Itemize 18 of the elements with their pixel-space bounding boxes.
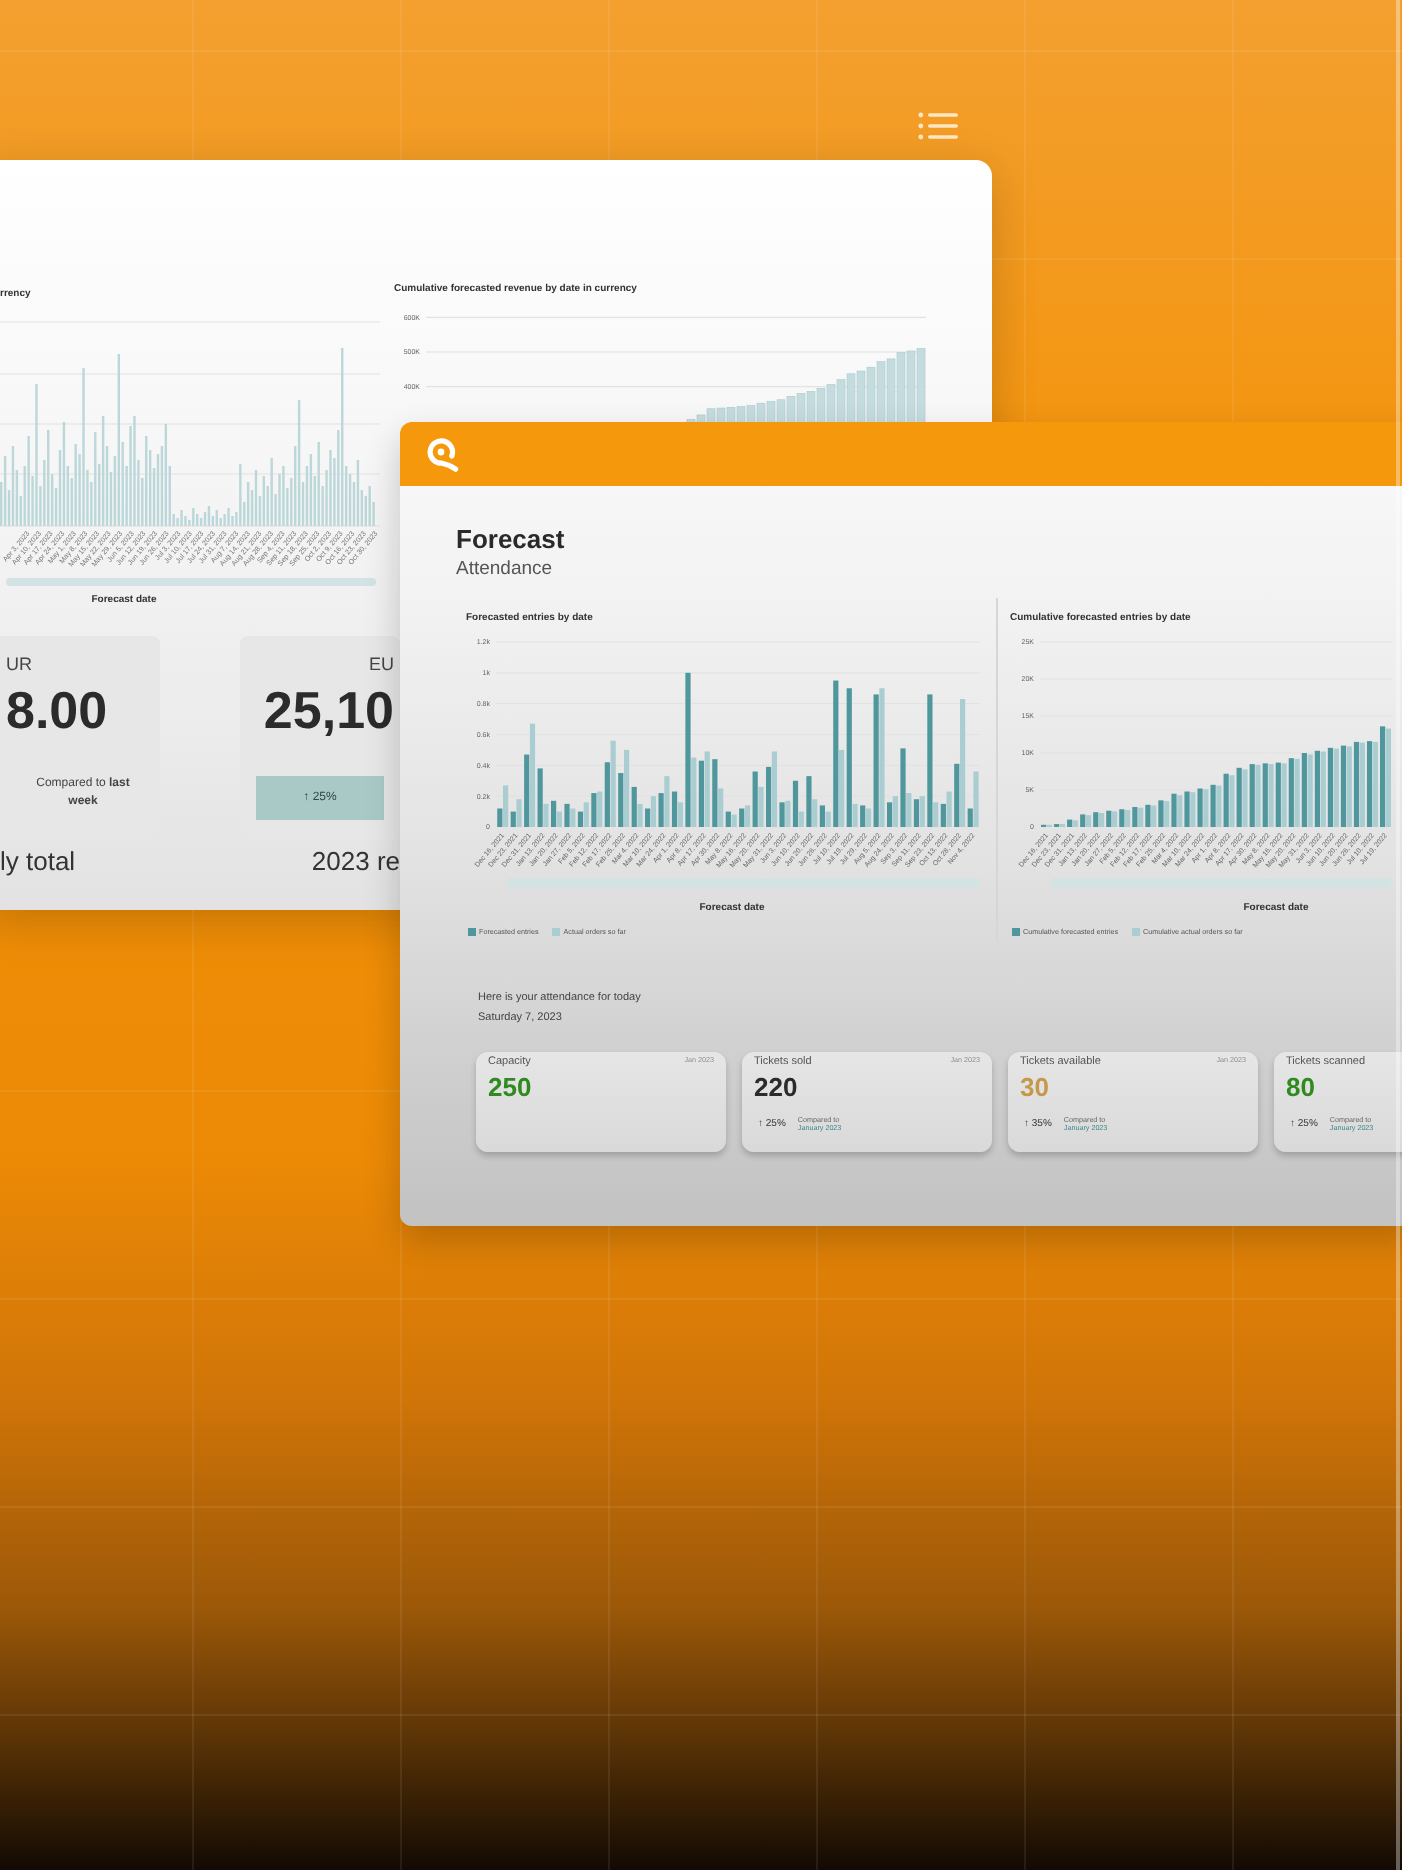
legend-swatch-icon (468, 928, 475, 936)
legend-swatch-icon (1012, 928, 1019, 936)
currency-label: UR (6, 654, 32, 676)
stat-value: 80 (1286, 1072, 1315, 1102)
stat-value: 220 (754, 1072, 798, 1102)
metric-value: 8.00 (6, 680, 108, 740)
page-title: Forecast (456, 522, 565, 556)
currency-label: EU (368, 654, 394, 676)
section-heading: ly total (0, 846, 76, 876)
logo-icon (426, 436, 460, 472)
metric-value: 25,10 (263, 680, 394, 740)
legend-swatch-icon (552, 928, 560, 936)
stat-value: 250 (488, 1072, 532, 1102)
stat-value: 30 (1020, 1072, 1049, 1102)
menu-icon[interactable] (918, 112, 958, 140)
page-subtitle: Attendance (456, 556, 553, 584)
section-heading: 2023 re (311, 846, 400, 876)
legend-swatch-icon (1132, 928, 1140, 936)
